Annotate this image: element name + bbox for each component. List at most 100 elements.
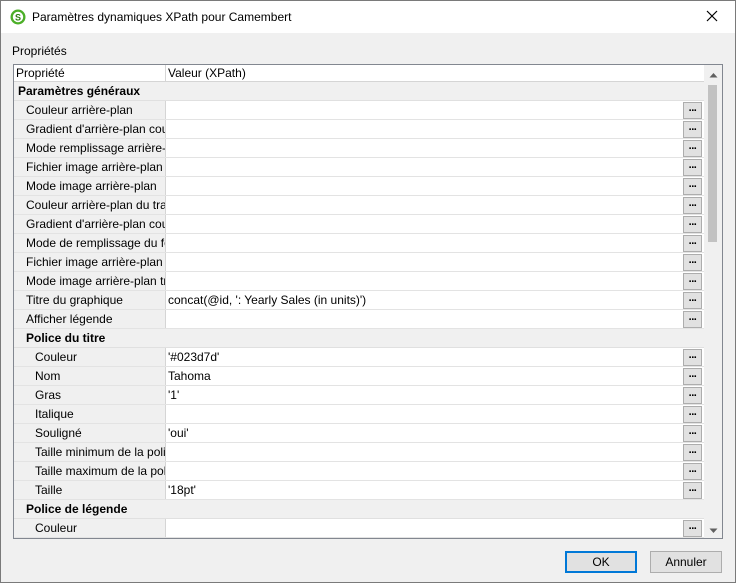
group-row[interactable]: Police de légende bbox=[14, 500, 704, 519]
property-name: Couleur arrière-plan du tracé bbox=[14, 196, 166, 214]
property-name: Fichier image arrière-plan bbox=[14, 253, 166, 271]
group-row[interactable]: Paramètres généraux bbox=[14, 82, 704, 101]
property-value-field[interactable] bbox=[166, 253, 683, 271]
property-row[interactable]: Nom Tahoma... bbox=[14, 367, 704, 386]
property-name: Taille maximum de la police bbox=[14, 462, 166, 480]
window-title: Paramètres dynamiques XPath pour Camembe… bbox=[32, 10, 292, 24]
scroll-down-arrow[interactable] bbox=[704, 521, 722, 538]
property-name: Afficher légende bbox=[14, 310, 166, 328]
column-header-property[interactable]: Propriété bbox=[14, 65, 166, 81]
property-value-field[interactable] bbox=[166, 519, 683, 537]
property-name: Couleur bbox=[14, 348, 166, 366]
property-value-field[interactable]: 'oui' bbox=[166, 424, 683, 442]
edit-xpath-button[interactable]: ... bbox=[683, 121, 702, 138]
property-value-field[interactable] bbox=[166, 120, 683, 138]
property-name: Couleur arrière-plan bbox=[14, 101, 166, 119]
property-value-field[interactable] bbox=[166, 405, 683, 423]
edit-xpath-button[interactable]: ... bbox=[683, 197, 702, 214]
property-name: Italique bbox=[14, 405, 166, 423]
property-row[interactable]: Taille maximum de la police... bbox=[14, 462, 704, 481]
property-value-field[interactable]: '1' bbox=[166, 386, 683, 404]
property-name: Couleur bbox=[14, 519, 166, 537]
edit-xpath-button[interactable]: ... bbox=[683, 311, 702, 328]
altova-app-icon: S bbox=[10, 9, 26, 25]
edit-xpath-button[interactable]: ... bbox=[683, 273, 702, 290]
edit-xpath-button[interactable]: ... bbox=[683, 140, 702, 157]
vertical-scrollbar[interactable] bbox=[704, 65, 722, 538]
property-row[interactable]: Taille '18pt'... bbox=[14, 481, 704, 500]
edit-xpath-button[interactable]: ... bbox=[683, 368, 702, 385]
chevron-down-icon bbox=[709, 523, 718, 537]
property-row[interactable]: Mode remplissage arrière-plan... bbox=[14, 139, 704, 158]
property-value-field[interactable] bbox=[166, 196, 683, 214]
property-row[interactable]: Mode de remplissage du fond... bbox=[14, 234, 704, 253]
property-value-field[interactable] bbox=[166, 462, 683, 480]
dialog-client-area: Propriétés Propriété Valeur (XPath) Para… bbox=[1, 33, 735, 582]
scroll-thumb[interactable] bbox=[708, 85, 717, 242]
property-value-field[interactable] bbox=[166, 158, 683, 176]
title-bar: S Paramètres dynamiques XPath pour Camem… bbox=[1, 1, 735, 33]
edit-xpath-button[interactable]: ... bbox=[683, 102, 702, 119]
property-row[interactable]: Couleur... bbox=[14, 519, 704, 538]
cancel-button[interactable]: Annuler bbox=[650, 551, 722, 573]
edit-xpath-button[interactable]: ... bbox=[683, 463, 702, 480]
property-row[interactable]: Mode image arrière-plan... bbox=[14, 177, 704, 196]
property-value-field[interactable]: '18pt' bbox=[166, 481, 683, 499]
scroll-up-arrow[interactable] bbox=[704, 65, 722, 82]
column-header-value[interactable]: Valeur (XPath) bbox=[166, 65, 704, 81]
property-value-field[interactable]: '#023d7d' bbox=[166, 348, 683, 366]
property-row[interactable]: Gras '1'... bbox=[14, 386, 704, 405]
property-row[interactable]: Gradient d'arrière-plan couleur... bbox=[14, 215, 704, 234]
edit-xpath-button[interactable]: ... bbox=[683, 520, 702, 537]
property-row[interactable]: Fichier image arrière-plan... bbox=[14, 253, 704, 272]
edit-xpath-button[interactable]: ... bbox=[683, 425, 702, 442]
edit-xpath-button[interactable]: ... bbox=[683, 216, 702, 233]
property-value-field[interactable] bbox=[166, 139, 683, 157]
property-name: Nom bbox=[14, 367, 166, 385]
close-icon bbox=[706, 10, 718, 25]
property-value-field[interactable] bbox=[166, 215, 683, 233]
group-row[interactable]: Police du titre bbox=[14, 329, 704, 348]
group-label: Paramètres généraux bbox=[18, 84, 141, 98]
property-value-field[interactable] bbox=[166, 177, 683, 195]
dialog-window: S Paramètres dynamiques XPath pour Camem… bbox=[0, 0, 736, 583]
edit-xpath-button[interactable]: ... bbox=[683, 159, 702, 176]
property-row[interactable]: Couleur arrière-plan du tracé... bbox=[14, 196, 704, 215]
property-row[interactable]: Couleur arrière-plan... bbox=[14, 101, 704, 120]
close-button[interactable] bbox=[689, 1, 735, 33]
property-row[interactable]: Afficher légende... bbox=[14, 310, 704, 329]
property-value-field[interactable] bbox=[166, 310, 683, 328]
property-value-field[interactable] bbox=[166, 443, 683, 461]
property-name: Fichier image arrière-plan bbox=[14, 158, 166, 176]
edit-xpath-button[interactable]: ... bbox=[683, 444, 702, 461]
group-label: Police de légende bbox=[26, 502, 128, 516]
group-label: Police du titre bbox=[26, 331, 106, 345]
property-row[interactable]: Taille minimum de la police... bbox=[14, 443, 704, 462]
edit-xpath-button[interactable]: ... bbox=[683, 292, 702, 309]
property-row[interactable]: Gradient d'arrière-plan couleur... bbox=[14, 120, 704, 139]
property-row[interactable]: Couleur '#023d7d'... bbox=[14, 348, 704, 367]
property-name: Gradient d'arrière-plan couleur bbox=[14, 215, 166, 233]
property-name: Taille bbox=[14, 481, 166, 499]
edit-xpath-button[interactable]: ... bbox=[683, 178, 702, 195]
property-row[interactable]: Titre du graphique concat(@id, ': Yearly … bbox=[14, 291, 704, 310]
edit-xpath-button[interactable]: ... bbox=[683, 406, 702, 423]
edit-xpath-button[interactable]: ... bbox=[683, 387, 702, 404]
property-value-field[interactable]: Tahoma bbox=[166, 367, 683, 385]
property-value-field[interactable] bbox=[166, 234, 683, 252]
property-row[interactable]: Mode image arrière-plan tracé... bbox=[14, 272, 704, 291]
property-row[interactable]: Souligné'oui'... bbox=[14, 424, 704, 443]
property-value-field[interactable]: concat(@id, ': Yearly Sales (in units)') bbox=[166, 291, 683, 309]
grid-header: Propriété Valeur (XPath) bbox=[14, 65, 704, 82]
property-row[interactable]: Italique... bbox=[14, 405, 704, 424]
property-value-field[interactable] bbox=[166, 101, 683, 119]
property-name: Souligné bbox=[14, 424, 166, 442]
property-row[interactable]: Fichier image arrière-plan... bbox=[14, 158, 704, 177]
property-name: Titre du graphique bbox=[14, 291, 166, 309]
ok-button[interactable]: OK bbox=[565, 551, 637, 573]
edit-xpath-button[interactable]: ... bbox=[683, 235, 702, 252]
property-value-field[interactable] bbox=[166, 272, 683, 290]
edit-xpath-button[interactable]: ... bbox=[683, 254, 702, 271]
edit-xpath-button[interactable]: ... bbox=[683, 482, 702, 499]
edit-xpath-button[interactable]: ... bbox=[683, 349, 702, 366]
